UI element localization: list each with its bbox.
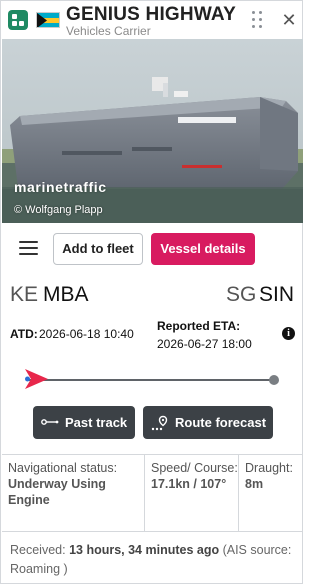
eta-value: 2026-06-27 18:00 <box>157 337 252 351</box>
drag-handle-icon[interactable] <box>252 11 264 28</box>
draught-value: 8m <box>245 477 264 491</box>
vessel-type: Vehicles Carrier <box>66 24 151 38</box>
route-forecast-icon <box>151 415 168 431</box>
speed-course-cell: Speed/ Course: 17.1kn / 107° <box>144 455 238 531</box>
route-forecast-label: Route forecast <box>175 415 267 430</box>
vessel-position-icon[interactable] <box>24 368 50 390</box>
vessel-header: GENIUS HIGHWAY Vehicles Carrier ✕ <box>1 1 302 39</box>
navigational-status-label: Navigational status: <box>8 461 118 475</box>
past-track-icon <box>41 419 59 425</box>
speed-course-value: 17.1kn / 107° <box>151 477 227 491</box>
navigational-status-cell: Navigational status: Underway Using Engi… <box>2 455 144 531</box>
photo-watermark: marinetraffic <box>14 179 107 195</box>
position-received-info: Received: 13 hours, 34 minutes ago (AIS … <box>10 541 296 579</box>
close-icon[interactable]: ✕ <box>279 10 299 30</box>
arrival-port[interactable]: SIN <box>259 283 294 307</box>
departure-port[interactable]: MBA <box>43 283 89 307</box>
vessel-photo[interactable]: marinetraffic © Wolfgang Plapp <box>2 39 303 223</box>
app-logo-icon <box>8 10 28 30</box>
vessel-card: GENIUS HIGHWAY Vehicles Carrier ✕ marine… <box>0 0 303 584</box>
draught-cell: Draught: 8m <box>238 455 303 531</box>
route-forecast-button[interactable]: Route forecast <box>143 406 273 439</box>
photo-credit: © Wolfgang Plapp <box>14 204 103 216</box>
vessel-details-button[interactable]: Vessel details <box>151 233 255 265</box>
destination-dot-icon <box>269 375 279 385</box>
speed-course-label: Speed/ Course: <box>151 461 238 475</box>
received-prefix: Received: <box>10 543 70 557</box>
arrival-country: SG <box>226 283 257 306</box>
departure-country: KE <box>10 283 39 306</box>
atd-label: ATD: <box>10 327 38 341</box>
bahamas-flag-icon <box>36 12 60 28</box>
atd-value: 2026-06-18 10:40 <box>39 327 134 341</box>
vessel-status-grid: Navigational status: Underway Using Engi… <box>2 454 303 532</box>
voyage-progress-track <box>28 379 276 381</box>
past-track-button[interactable]: Past track <box>33 406 135 439</box>
received-age: 13 hours, 34 minutes ago <box>69 543 220 557</box>
eta-label: Reported ETA: <box>157 319 241 333</box>
navigational-status-value: Underway Using Engine <box>8 477 106 507</box>
info-icon[interactable]: i <box>282 327 295 340</box>
menu-icon[interactable] <box>19 241 38 256</box>
draught-label: Draught: <box>245 461 293 475</box>
vessel-name: GENIUS HIGHWAY <box>66 4 236 25</box>
add-to-fleet-button[interactable]: Add to fleet <box>53 233 143 265</box>
past-track-label: Past track <box>65 415 128 430</box>
